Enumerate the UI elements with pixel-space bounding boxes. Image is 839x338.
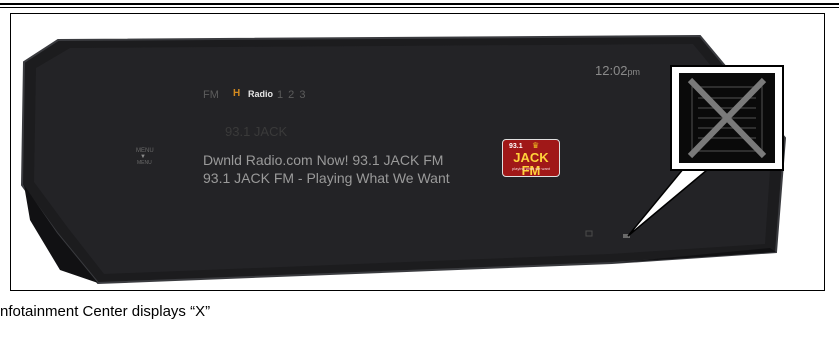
figure-caption: nfotainment Center displays “X” <box>0 303 211 320</box>
radio-text-line-2: 93.1 JACK FM - Playing What We Want <box>203 170 450 186</box>
hd-radio-label: Radio <box>248 89 274 99</box>
clock-ampm: pm <box>627 67 641 77</box>
clock-time: 12:02 <box>595 63 628 78</box>
crown-icon: ♛ <box>532 141 540 150</box>
station-logo: 93.1 ♛ JACK FM playing what we want <box>502 139 560 177</box>
infotainment-screen <box>20 34 787 285</box>
logo-tagline: playing what we want <box>511 166 551 171</box>
logo-frequency: 93.1 <box>509 143 523 150</box>
hd-radio-icon: H <box>233 88 241 99</box>
clock: 12:02pm <box>595 63 640 78</box>
preset-numbers[interactable]: 1 2 3 <box>277 89 306 101</box>
menu-sub-label: MENU <box>137 160 152 166</box>
logo-name: JACK FM <box>513 150 549 178</box>
band-label[interactable]: FM <box>203 89 219 101</box>
radio-text-line-1: Dwnld Radio.com Now! 93.1 JACK FM <box>203 152 444 168</box>
station-name-ghost: 93.1 JACK <box>225 124 288 139</box>
